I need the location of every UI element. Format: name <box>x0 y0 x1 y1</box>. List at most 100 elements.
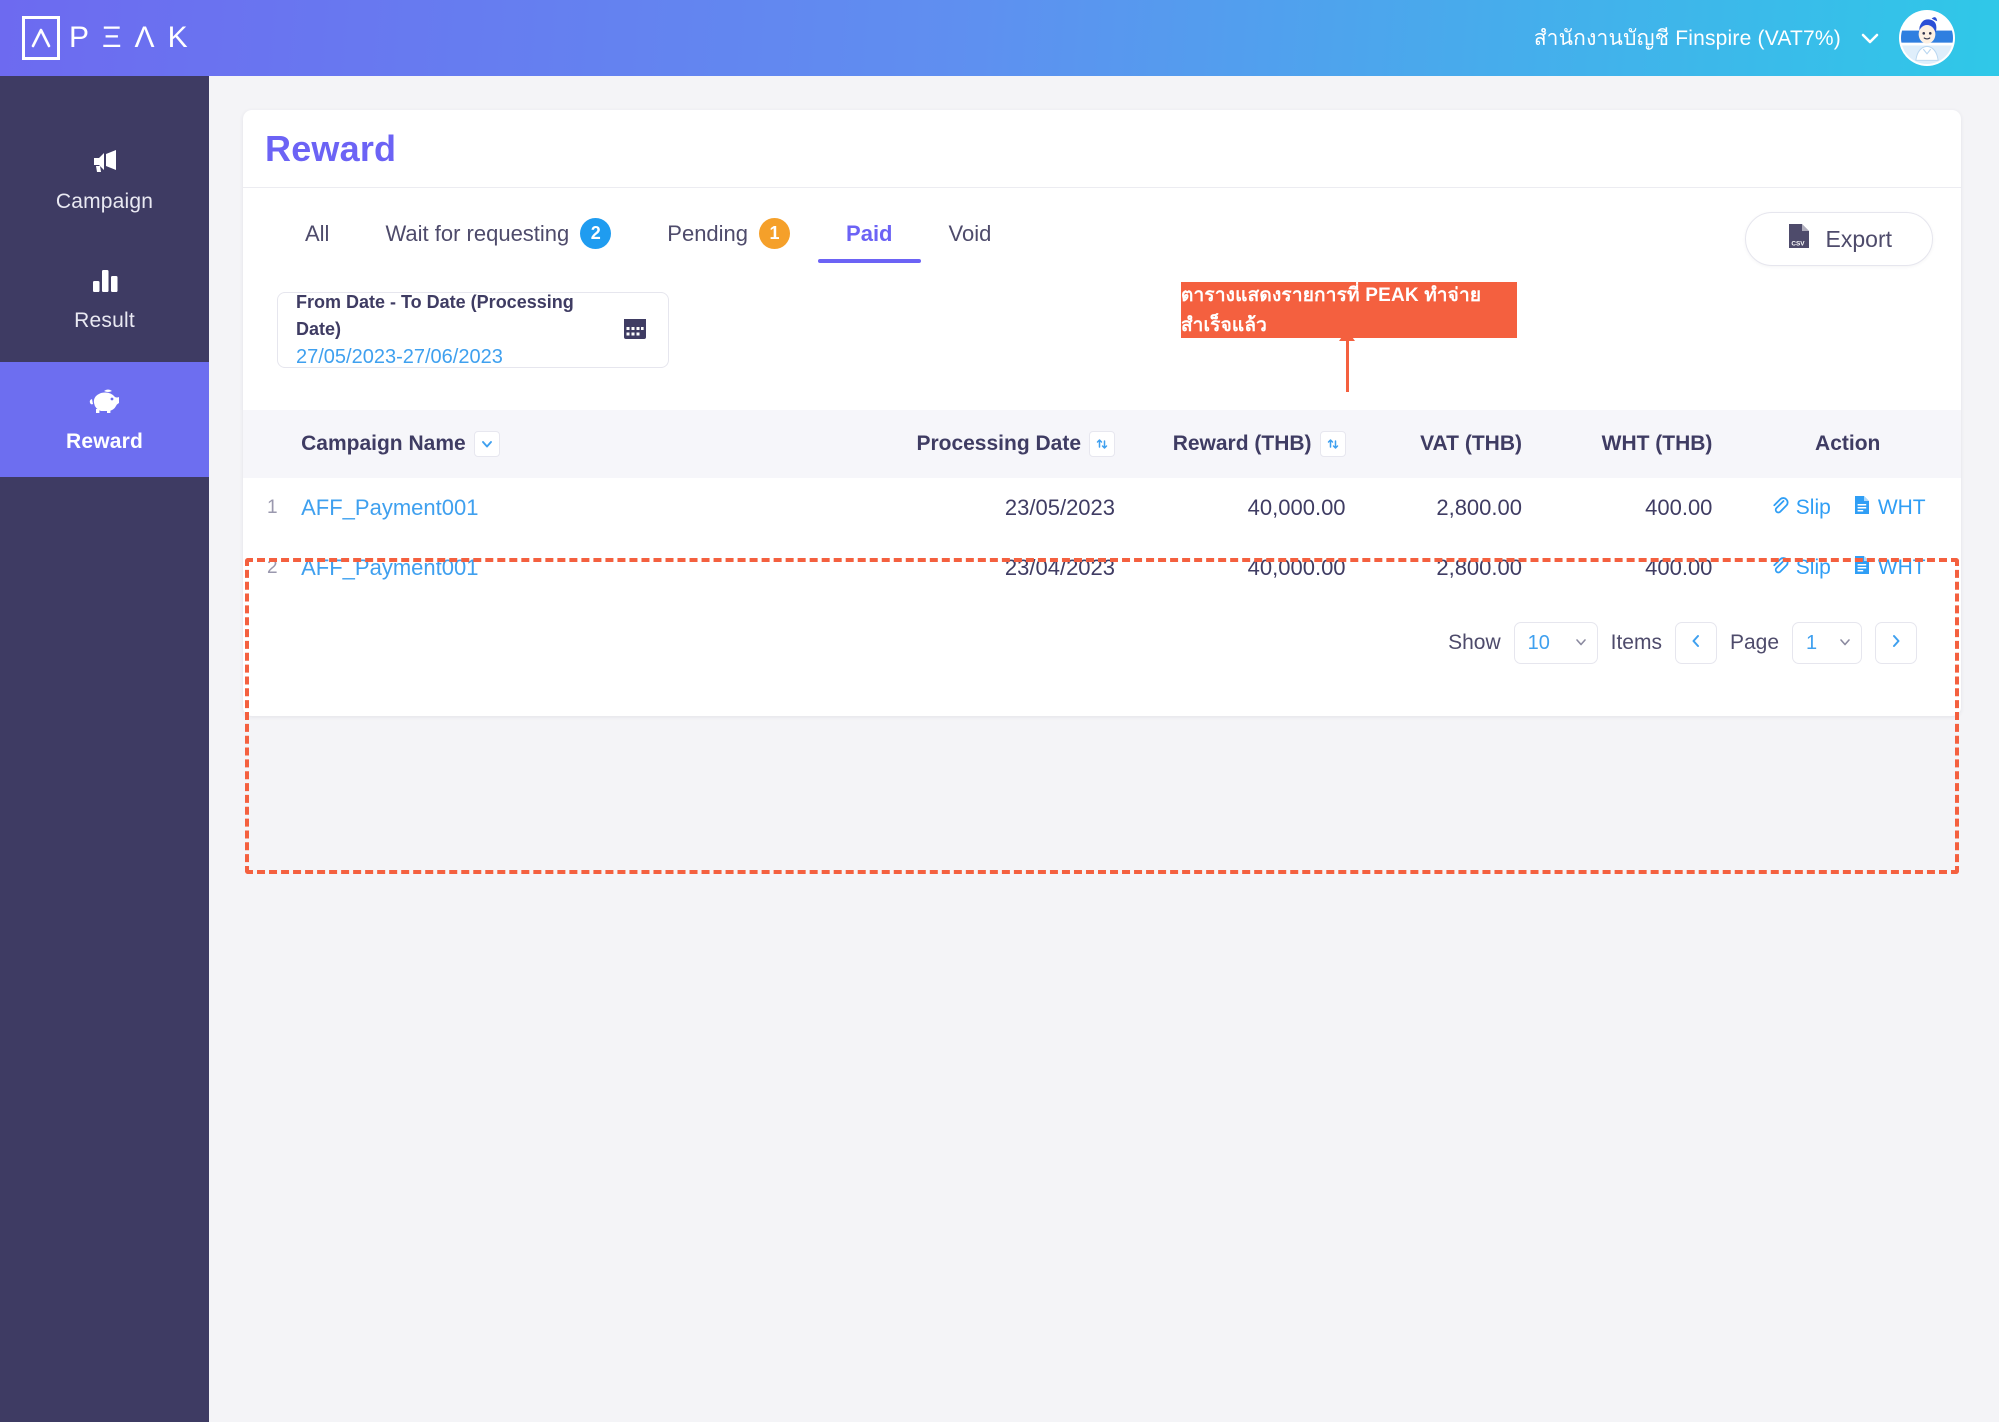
tab-label: Pending <box>667 220 749 246</box>
sidebar-item-label: Result <box>74 308 135 332</box>
show-label: Show <box>1448 631 1501 654</box>
logo-letter-k: K <box>167 21 189 54</box>
tab-label: All <box>305 220 330 246</box>
status-badge: 2 <box>580 218 612 249</box>
export-label: Export <box>1825 225 1892 252</box>
bar-chart-icon <box>91 265 119 295</box>
status-tabs: All Wait for requesting 2 Pending 1 Paid… <box>277 210 1019 265</box>
calendar-icon[interactable] <box>622 315 648 346</box>
sort-icon[interactable] <box>1319 431 1346 457</box>
column-reward[interactable]: Reward (THB) <box>1123 410 1354 478</box>
next-page-button[interactable] <box>1875 622 1917 664</box>
campaign-link[interactable]: AFF_Payment001 <box>301 495 478 520</box>
page-title: Reward <box>265 127 397 169</box>
row-processing-date: 23/04/2023 <box>1004 555 1116 580</box>
chevron-down-icon[interactable] <box>473 431 500 457</box>
chevron-down-icon[interactable] <box>1859 27 1881 49</box>
paperclip-icon <box>1770 496 1789 521</box>
sidebar-item-reward[interactable]: Reward <box>0 362 209 477</box>
paperclip-icon <box>1770 556 1789 581</box>
page-size-value: 10 <box>1527 631 1550 654</box>
logo-letter-e: Ξ <box>102 21 123 54</box>
column-processing-date[interactable]: Processing Date <box>822 410 1123 478</box>
chevron-left-icon <box>1688 631 1704 655</box>
tab-pending[interactable]: Pending 1 <box>639 210 818 265</box>
reward-card: Reward All Wait for requesting 2 Pending… <box>243 110 1961 874</box>
document-icon <box>1853 555 1871 581</box>
card-header: Reward <box>243 110 1961 188</box>
reward-table-zone: Campaign Name Processing Date Reward (TH… <box>243 402 1961 664</box>
slip-label: Slip <box>1795 556 1831 580</box>
peak-logo-icon <box>22 16 60 60</box>
tabs-row: All Wait for requesting 2 Pending 1 Paid… <box>243 188 1961 274</box>
logo-letter-a: Λ <box>134 21 156 54</box>
wht-action-button[interactable]: WHT <box>1853 495 1926 521</box>
row-vat: 2,800.00 <box>1436 555 1522 580</box>
sidebar: Campaign Result Reward <box>0 76 209 1422</box>
date-range-filter[interactable]: From Date - To Date (Processing Date) 27… <box>277 292 669 368</box>
reward-table: Campaign Name Processing Date Reward (TH… <box>243 410 1961 598</box>
column-label: Campaign Name <box>301 432 466 455</box>
page-number-select[interactable]: 1 <box>1792 622 1862 664</box>
items-label: Items <box>1610 631 1662 654</box>
prev-page-button[interactable] <box>1674 622 1717 664</box>
row-actions: Slip WHT <box>1734 538 1961 598</box>
row-index: 2 <box>267 557 278 578</box>
top-header-bar: P Ξ Λ K สำนักงานบัญชี Finspire (VAT7%) <box>0 0 1999 76</box>
document-icon <box>1853 495 1871 521</box>
tab-label: Paid <box>846 220 893 246</box>
page-size-select[interactable]: 10 <box>1513 622 1598 664</box>
chevron-down-icon <box>1838 632 1852 655</box>
row-campaign-name: AFF_Payment001 <box>301 478 822 538</box>
piggy-bank-icon <box>89 386 121 416</box>
chevron-right-icon <box>1888 631 1904 655</box>
slip-action-button[interactable]: Slip <box>1770 556 1831 581</box>
tab-label: Void <box>948 220 992 246</box>
main-content: Reward All Wait for requesting 2 Pending… <box>209 76 1999 1422</box>
avatar[interactable] <box>1899 10 1955 66</box>
sort-icon[interactable] <box>1089 431 1116 457</box>
account-menu[interactable]: สำนักงานบัญชี Finspire (VAT7%) <box>1534 10 1955 66</box>
row-processing-date: 23/05/2023 <box>1004 495 1116 520</box>
row-reward: 40,000.00 <box>1247 555 1346 580</box>
filter-row: From Date - To Date (Processing Date) 27… <box>243 274 1961 402</box>
slip-action-button[interactable]: Slip <box>1770 496 1831 521</box>
table-header-row: Campaign Name Processing Date Reward (TH… <box>243 410 1961 478</box>
column-label: Reward (THB) <box>1172 432 1312 455</box>
sidebar-item-campaign[interactable]: Campaign <box>0 122 209 237</box>
row-vat: 2,800.00 <box>1436 495 1522 520</box>
page-label: Page <box>1729 631 1779 654</box>
row-wht: 400.00 <box>1645 555 1713 580</box>
column-campaign-name[interactable]: Campaign Name <box>301 410 822 478</box>
peak-logo-letters: P Ξ Λ K <box>69 23 189 53</box>
campaign-link[interactable]: AFF_Payment001 <box>301 555 478 580</box>
tab-all[interactable]: All <box>277 213 357 263</box>
row-index: 1 <box>267 497 278 518</box>
row-wht: 400.00 <box>1645 495 1713 520</box>
wht-action-button[interactable]: WHT <box>1853 555 1926 581</box>
date-range-value: 27/05/2023-27/06/2023 <box>296 345 503 368</box>
export-button[interactable]: CSV Export <box>1744 212 1933 266</box>
tab-void[interactable]: Void <box>921 213 1020 263</box>
column-vat: VAT (THB) <box>1420 432 1522 455</box>
peak-logo[interactable]: P Ξ Λ K <box>22 16 189 60</box>
sidebar-item-label: Reward <box>65 429 144 453</box>
tab-wait-for-requesting[interactable]: Wait for requesting 2 <box>357 210 639 265</box>
column-label: Processing Date <box>916 432 1082 455</box>
sidebar-item-label: Campaign <box>55 189 154 213</box>
row-campaign-name: AFF_Payment001 <box>301 538 822 598</box>
pagination: Show 10 Items Page 1 <box>243 598 1961 664</box>
row-actions: Slip WHT <box>1734 478 1961 538</box>
column-action: Action <box>1815 432 1881 455</box>
megaphone-icon <box>90 146 120 176</box>
date-range-label: From Date - To Date (Processing Date) <box>296 291 574 339</box>
svg-text:CSV: CSV <box>1791 241 1805 248</box>
table-body: 1 AFF_Payment001 23/05/2023 40,000.00 2,… <box>243 478 1961 598</box>
account-name: สำนักงานบัญชี Finspire (VAT7%) <box>1533 26 1841 50</box>
chevron-down-icon <box>1574 632 1588 655</box>
wht-label: WHT <box>1877 496 1926 520</box>
status-badge: 1 <box>759 218 791 249</box>
tab-label: Wait for requesting <box>385 220 570 246</box>
sidebar-item-result[interactable]: Result <box>0 241 209 356</box>
tab-paid[interactable]: Paid <box>818 213 921 263</box>
